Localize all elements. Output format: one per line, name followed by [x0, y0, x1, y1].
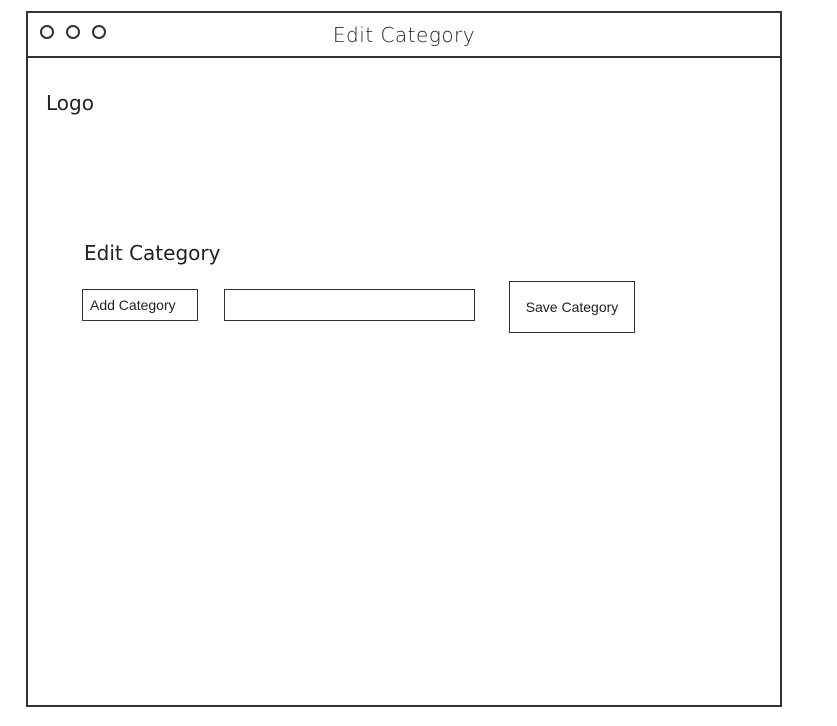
logo: Logo: [46, 91, 94, 115]
page-title: Edit Category: [84, 241, 221, 265]
window-titlebar: Edit Category: [28, 13, 780, 58]
window-title: Edit Category: [332, 23, 476, 47]
category-name-input[interactable]: [224, 289, 475, 321]
save-category-button[interactable]: Save Category: [509, 281, 635, 333]
browser-window: Edit Category Logo Edit Category Add Cat…: [26, 11, 782, 707]
add-category-button[interactable]: Add Category: [82, 289, 198, 321]
